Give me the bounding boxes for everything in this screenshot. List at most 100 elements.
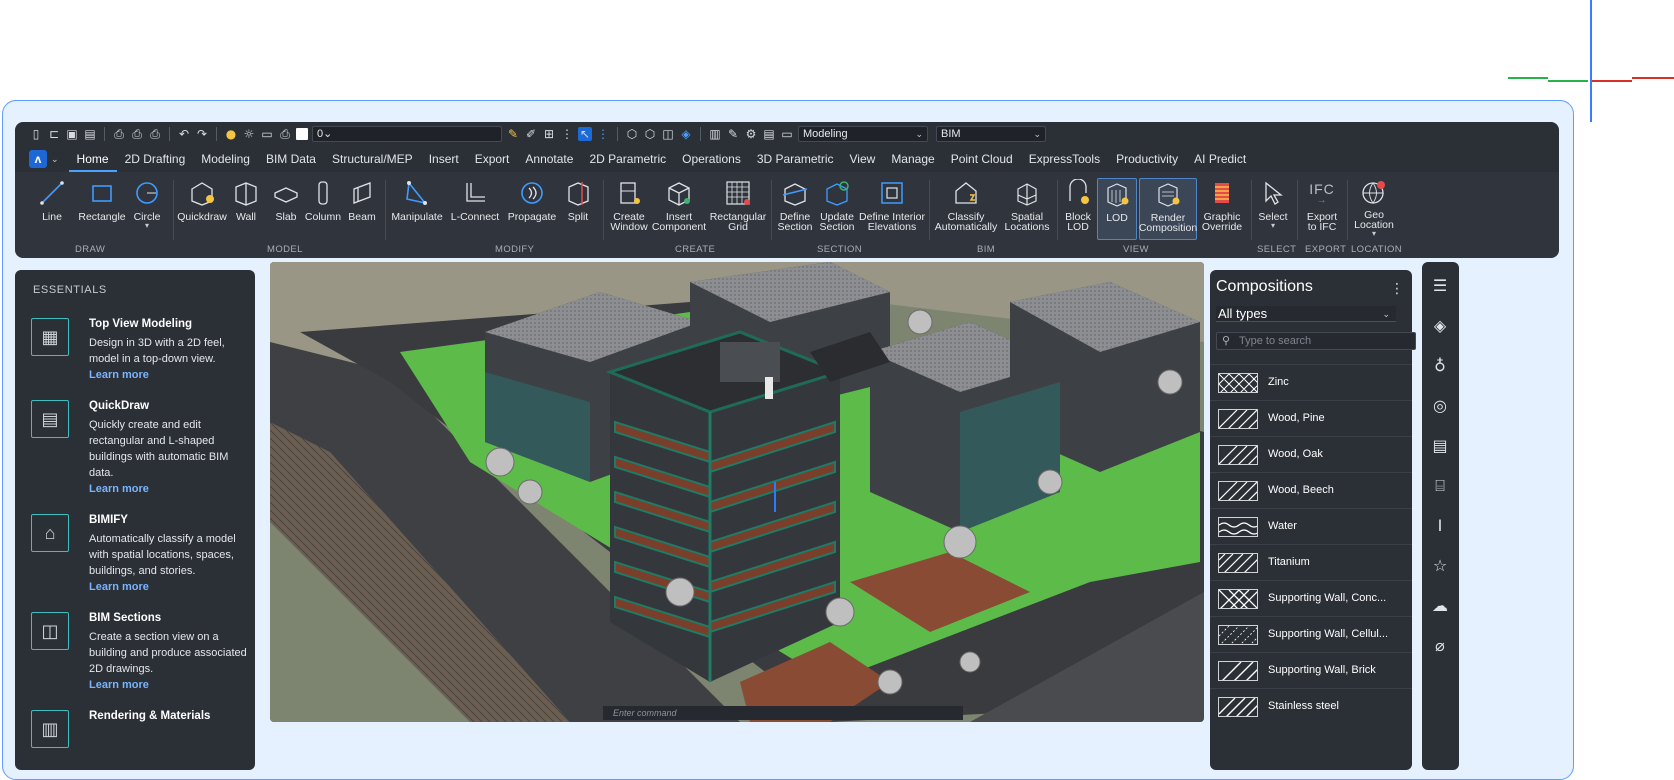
app-logo-icon[interactable]: ʌ xyxy=(29,150,47,168)
save-icon[interactable]: ▣ xyxy=(65,127,79,141)
wall-tool-button[interactable]: Wall xyxy=(229,178,263,234)
views-icon[interactable]: ◫ xyxy=(661,127,675,141)
propagate-icon[interactable]: ◎ xyxy=(1428,394,1452,418)
pick-icon[interactable]: ✐ xyxy=(524,127,538,141)
layer-on-icon[interactable]: ● xyxy=(224,127,238,141)
essential-item-bimify[interactable]: ⌂ BIMIFY Automatically classify a model … xyxy=(31,514,246,594)
new-file-icon[interactable]: ▯ xyxy=(29,127,43,141)
chevron-down-icon[interactable]: ⌄ xyxy=(51,154,59,165)
pin-icon[interactable]: ☆ xyxy=(1428,554,1452,578)
model-viewport[interactable]: Enter command xyxy=(270,262,1204,722)
list-item[interactable]: Wood, Beech xyxy=(1210,472,1412,508)
plot-icon[interactable]: ⎙ xyxy=(130,127,144,141)
learn-more-link[interactable]: Learn more xyxy=(89,677,249,693)
draw-icon[interactable]: ✎ xyxy=(726,127,740,141)
list-item[interactable]: Water xyxy=(1210,508,1412,544)
more-options-icon[interactable]: ⋮ xyxy=(1390,280,1404,297)
match-properties-icon[interactable]: ✎ xyxy=(506,127,520,141)
print-icon[interactable]: ⎙ xyxy=(148,127,162,141)
tab-productivity[interactable]: Productivity xyxy=(1108,146,1186,172)
tab-2d-parametric[interactable]: 2D Parametric xyxy=(581,146,674,172)
tab-ai-predict[interactable]: AI Predict xyxy=(1186,146,1254,172)
list-item[interactable]: Supporting Wall, Cellul... xyxy=(1210,616,1412,652)
redo-icon[interactable]: ↷ xyxy=(195,127,209,141)
view-cube-icon[interactable]: ⬡ xyxy=(625,127,639,141)
tab-point-cloud[interactable]: Point Cloud xyxy=(943,146,1021,172)
classify-automatically-button[interactable]: Classify Automatically xyxy=(933,178,999,234)
essential-item-rendering-materials[interactable]: ▥ Rendering & Materials xyxy=(31,710,246,750)
learn-more-link[interactable]: Learn more xyxy=(89,481,249,497)
essential-item-top-view-modeling[interactable]: ▦ Top View Modeling Design in 3D with a … xyxy=(31,318,246,388)
stack-icon[interactable]: ◈ xyxy=(679,127,693,141)
tab-operations[interactable]: Operations xyxy=(674,146,749,172)
define-interior-elevations-button[interactable]: Define Interior Elevations xyxy=(859,178,925,234)
quickdraw-tool-button[interactable]: Quickdraw xyxy=(177,178,227,234)
bulb-icon[interactable]: ♁ xyxy=(1428,354,1452,378)
line-tool-button[interactable]: Line xyxy=(35,178,69,234)
workspace-dropdown[interactable]: Modeling ⌄ xyxy=(798,126,928,142)
split-tool-button[interactable]: Split xyxy=(561,178,595,234)
save-as-icon[interactable]: ▤ xyxy=(83,127,97,141)
list-item[interactable]: Titanium xyxy=(1210,544,1412,580)
tab-annotate[interactable]: Annotate xyxy=(517,146,581,172)
panel-icon[interactable]: ▥ xyxy=(708,127,722,141)
list-item[interactable]: Supporting Wall, Brick xyxy=(1210,652,1412,688)
rectangular-grid-button[interactable]: Rectangular Grid xyxy=(709,178,767,234)
list-item[interactable]: Wood, Pine xyxy=(1210,400,1412,436)
list-item[interactable]: Supporting Wall, Conc... xyxy=(1210,580,1412,616)
layer-freeze-icon[interactable]: ☼ xyxy=(242,127,256,141)
update-section-button[interactable]: Update Section xyxy=(817,178,857,234)
command-line-input[interactable]: Enter command xyxy=(603,706,963,720)
layers-icon[interactable]: ◈ xyxy=(1428,314,1452,338)
tab-home[interactable]: Home xyxy=(68,146,117,172)
define-section-button[interactable]: Define Section xyxy=(775,178,815,234)
tab-modeling[interactable]: Modeling xyxy=(193,146,258,172)
bulb-icon[interactable]: ⋮ xyxy=(560,127,574,141)
plot-preview-icon[interactable]: ⎙ xyxy=(112,127,126,141)
create-window-button[interactable]: Create Window xyxy=(609,178,649,234)
profile-dropdown[interactable]: BIM ⌄ xyxy=(936,126,1046,142)
open-file-icon[interactable]: ⊏ xyxy=(47,127,61,141)
list-item[interactable]: Wood, Oak xyxy=(1210,436,1412,472)
settings-icon[interactable]: ⚙ xyxy=(744,127,758,141)
insert-component-button[interactable]: Insert Component xyxy=(651,178,707,234)
l-connect-tool-button[interactable]: L-Connect xyxy=(447,178,503,234)
compositions-icon[interactable]: ▤ xyxy=(1428,434,1452,458)
tab-export[interactable]: Export xyxy=(467,146,518,172)
rectangle-tool-button[interactable]: Rectangle xyxy=(77,178,127,234)
attachment-icon[interactable]: ⌀ xyxy=(1428,634,1452,658)
properties-sliders-icon[interactable]: ☰ xyxy=(1428,274,1452,298)
geo-location-button[interactable]: Geo Location ▾ xyxy=(1349,178,1399,238)
essential-item-quickdraw[interactable]: ▤ QuickDraw Quickly create and edit rect… xyxy=(31,400,246,500)
learn-more-link[interactable]: Learn more xyxy=(89,367,249,383)
propagate-tool-button[interactable]: Propagate xyxy=(505,178,559,234)
type-filter-dropdown[interactable]: All types ⌄ xyxy=(1216,306,1396,322)
document-icon[interactable]: ▤ xyxy=(762,127,776,141)
spatial-locations-button[interactable]: Spatial Locations xyxy=(1001,178,1053,234)
layer-print-icon[interactable]: ⎙ xyxy=(278,127,292,141)
list-item[interactable]: Stainless steel xyxy=(1210,688,1412,724)
block-lod-button[interactable]: Block LOD xyxy=(1061,178,1095,234)
tab-insert[interactable]: Insert xyxy=(421,146,467,172)
box-icon[interactable]: ⬡ xyxy=(643,127,657,141)
select-button[interactable]: Select ▾ xyxy=(1253,178,1293,234)
export-to-ifc-button[interactable]: IFC → Export to IFC xyxy=(1301,178,1343,234)
slab-tool-button[interactable]: Slab xyxy=(271,178,301,234)
screen-icon[interactable]: ▭ xyxy=(780,127,794,141)
learn-more-link[interactable]: Learn more xyxy=(89,579,249,595)
circle-tool-button[interactable]: Circle ▾ xyxy=(127,178,167,234)
selection-tree-icon[interactable]: ⊞ xyxy=(542,127,556,141)
lod-button[interactable]: LOD xyxy=(1097,178,1137,240)
filter-icon[interactable]: ⋮ xyxy=(596,127,610,141)
brush-icon[interactable]: ⌸ xyxy=(1428,474,1452,498)
layer-color-swatch[interactable] xyxy=(296,128,308,140)
tab-view[interactable]: View xyxy=(842,146,884,172)
profile-beam-icon[interactable]: Ⅰ xyxy=(1428,514,1452,538)
search-input[interactable]: ⚲ Type to search xyxy=(1216,332,1416,350)
undo-icon[interactable]: ↶ xyxy=(177,127,191,141)
graphic-override-button[interactable]: Graphic Override xyxy=(1199,178,1245,234)
tab-3d-parametric[interactable]: 3D Parametric xyxy=(749,146,842,172)
tab-expresstools[interactable]: ExpressTools xyxy=(1021,146,1108,172)
layer-dropdown[interactable]: 0⌄ xyxy=(312,126,502,142)
select-cursor-icon[interactable]: ↖ xyxy=(578,127,592,141)
